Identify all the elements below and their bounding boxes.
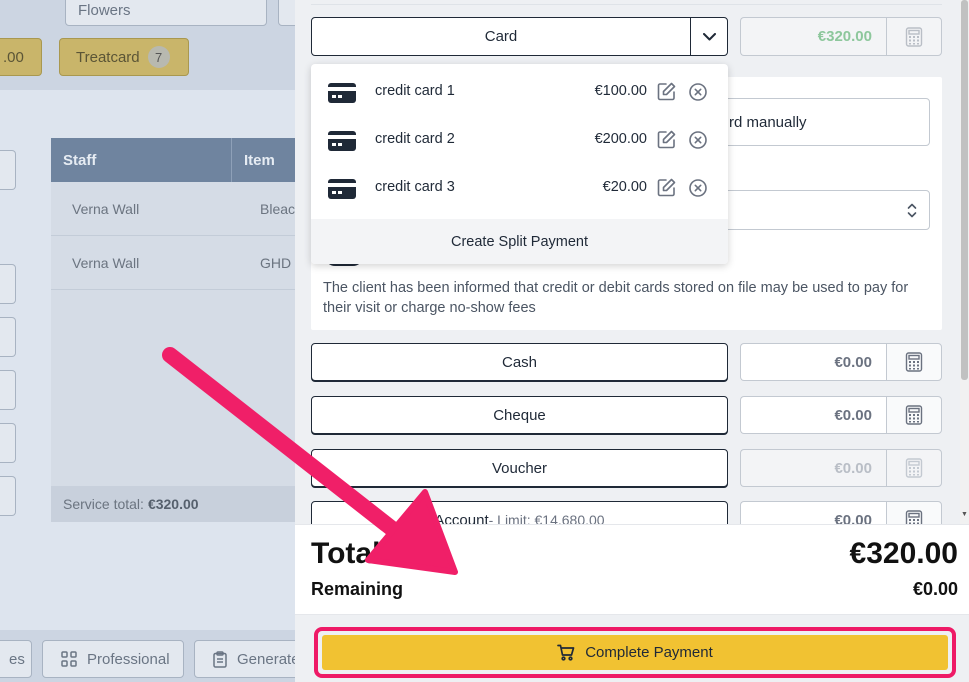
item-column-header: Item bbox=[244, 151, 275, 169]
service-total-value: €320.00 bbox=[147, 496, 199, 512]
card-amount-value: €320.00 bbox=[817, 28, 872, 45]
remaining-label: Remaining bbox=[311, 579, 404, 599]
calculator-icon bbox=[905, 405, 923, 425]
remove-circle-icon[interactable] bbox=[689, 83, 707, 101]
complete-payment-label: Complete Payment bbox=[585, 644, 713, 661]
left-stub[interactable] bbox=[0, 370, 16, 410]
services-table: Staff Item Verna Wall Bleac Verna Wall G… bbox=[51, 138, 311, 522]
treatcard-chip[interactable]: Treatcard 7 bbox=[59, 38, 189, 76]
totals-section: Total €320.00 Remaining €0.00 bbox=[295, 524, 969, 614]
table-header: Staff Item bbox=[51, 138, 311, 182]
stored-cards-dropdown: credit card 1 €100.00 credit card 2 €200… bbox=[311, 64, 728, 264]
scrollbar-thumb[interactable] bbox=[961, 0, 968, 380]
amount-chip[interactable]: .00 bbox=[0, 38, 42, 76]
voucher-amount-value: €0.00 bbox=[834, 459, 872, 477]
professional-button[interactable]: Professional bbox=[42, 640, 184, 678]
treatcard-chip-label: Treatcard bbox=[76, 48, 140, 66]
generate-button-label: Generate bbox=[237, 650, 300, 668]
updown-chevron-icon bbox=[907, 203, 917, 218]
create-split-payment-button[interactable]: Create Split Payment bbox=[311, 219, 728, 264]
card-select-field[interactable] bbox=[710, 190, 930, 230]
cash-amount-field[interactable]: €0.00 bbox=[740, 343, 886, 381]
card-amount-field[interactable]: €320.00 bbox=[740, 17, 886, 56]
left-stub[interactable] bbox=[0, 317, 16, 357]
cash-label: Cash bbox=[501, 353, 538, 371]
card-calculator-button[interactable] bbox=[886, 17, 942, 56]
voucher-calculator-button[interactable] bbox=[886, 449, 942, 487]
payment-footer: Complete Payment bbox=[295, 614, 969, 682]
staff-column-header: Staff bbox=[51, 138, 232, 182]
total-value: €320.00 bbox=[849, 537, 958, 570]
grid-icon bbox=[61, 651, 77, 667]
consent-text: The client has been informed that credit… bbox=[323, 280, 909, 316]
edit-icon[interactable] bbox=[657, 82, 676, 101]
divider bbox=[311, 4, 942, 5]
stored-card-item[interactable]: credit card 3 €20.00 bbox=[311, 163, 728, 211]
cheque-amount-value: €0.00 bbox=[834, 406, 872, 424]
card-method-label: Card bbox=[484, 28, 518, 45]
cheque-calculator-button[interactable] bbox=[886, 396, 942, 434]
remove-circle-icon[interactable] bbox=[689, 179, 707, 197]
row-staff: Verna Wall bbox=[72, 254, 140, 271]
enter-card-manually-label: rd manually bbox=[729, 113, 807, 131]
service-total-label: Service total: bbox=[63, 496, 144, 512]
row-item: Bleac bbox=[260, 200, 296, 217]
card-amount: €100.00 bbox=[594, 83, 647, 99]
scroll-down-arrow-icon[interactable]: ▼ bbox=[960, 511, 969, 521]
card-method-select[interactable]: Card bbox=[311, 17, 728, 56]
cheque-button[interactable]: Cheque bbox=[311, 396, 728, 434]
card-name: credit card 3 bbox=[375, 179, 455, 195]
remove-circle-icon[interactable] bbox=[689, 131, 707, 149]
calculator-icon bbox=[905, 458, 923, 478]
background-button-stub[interactable]: es bbox=[0, 640, 32, 678]
flowers-chip-label: Flowers bbox=[78, 1, 131, 19]
left-stub[interactable] bbox=[0, 264, 16, 304]
left-stub[interactable] bbox=[0, 476, 16, 516]
stored-card-item[interactable]: credit card 2 €200.00 bbox=[311, 115, 728, 163]
cash-calculator-button[interactable] bbox=[886, 343, 942, 381]
left-stub[interactable] bbox=[0, 423, 16, 463]
card-dropdown-toggle[interactable] bbox=[690, 18, 727, 55]
table-row[interactable]: Verna Wall GHD bbox=[51, 236, 311, 290]
card-name: credit card 1 bbox=[375, 83, 455, 99]
service-total: Service total: €320.00 bbox=[51, 486, 311, 522]
card-amount: €20.00 bbox=[602, 179, 647, 195]
flowers-chip[interactable]: Flowers bbox=[65, 0, 267, 26]
cash-button[interactable]: Cash bbox=[311, 343, 728, 381]
treatcard-count-badge: 7 bbox=[147, 46, 170, 68]
edit-icon[interactable] bbox=[657, 178, 676, 197]
stored-card-item[interactable]: credit card 1 €100.00 bbox=[311, 67, 728, 115]
professional-button-label: Professional bbox=[87, 650, 170, 668]
enter-card-manually-button[interactable]: rd manually bbox=[710, 98, 930, 146]
card-amount: €200.00 bbox=[594, 131, 647, 147]
calculator-icon bbox=[905, 352, 923, 372]
table-row[interactable]: Verna Wall Bleac bbox=[51, 182, 311, 236]
clipboard-icon bbox=[213, 650, 227, 668]
credit-card-icon bbox=[328, 131, 356, 151]
background-button-label: es bbox=[9, 650, 25, 668]
create-split-payment-label: Create Split Payment bbox=[450, 233, 588, 250]
row-item: GHD bbox=[260, 254, 292, 271]
left-stub[interactable] bbox=[0, 150, 16, 190]
edit-icon[interactable] bbox=[657, 130, 676, 149]
complete-payment-button[interactable]: Complete Payment bbox=[322, 635, 948, 670]
total-label: Total bbox=[311, 537, 381, 570]
voucher-button[interactable]: Voucher bbox=[311, 449, 728, 487]
amount-chip-label: .00 bbox=[3, 48, 24, 66]
voucher-amount-field[interactable]: €0.00 bbox=[740, 449, 886, 487]
remaining-value: €0.00 bbox=[912, 579, 958, 599]
calculator-icon bbox=[905, 26, 923, 47]
cash-amount-value: €0.00 bbox=[834, 353, 872, 371]
credit-card-icon bbox=[328, 179, 356, 199]
voucher-label: Voucher bbox=[491, 459, 548, 477]
cheque-amount-field[interactable]: €0.00 bbox=[740, 396, 886, 434]
card-name: credit card 2 bbox=[375, 131, 455, 147]
row-staff: Verna Wall bbox=[72, 200, 140, 217]
cheque-label: Cheque bbox=[493, 406, 546, 424]
chevron-down-icon bbox=[702, 32, 716, 40]
credit-card-icon bbox=[328, 83, 356, 103]
cart-icon bbox=[557, 644, 575, 661]
